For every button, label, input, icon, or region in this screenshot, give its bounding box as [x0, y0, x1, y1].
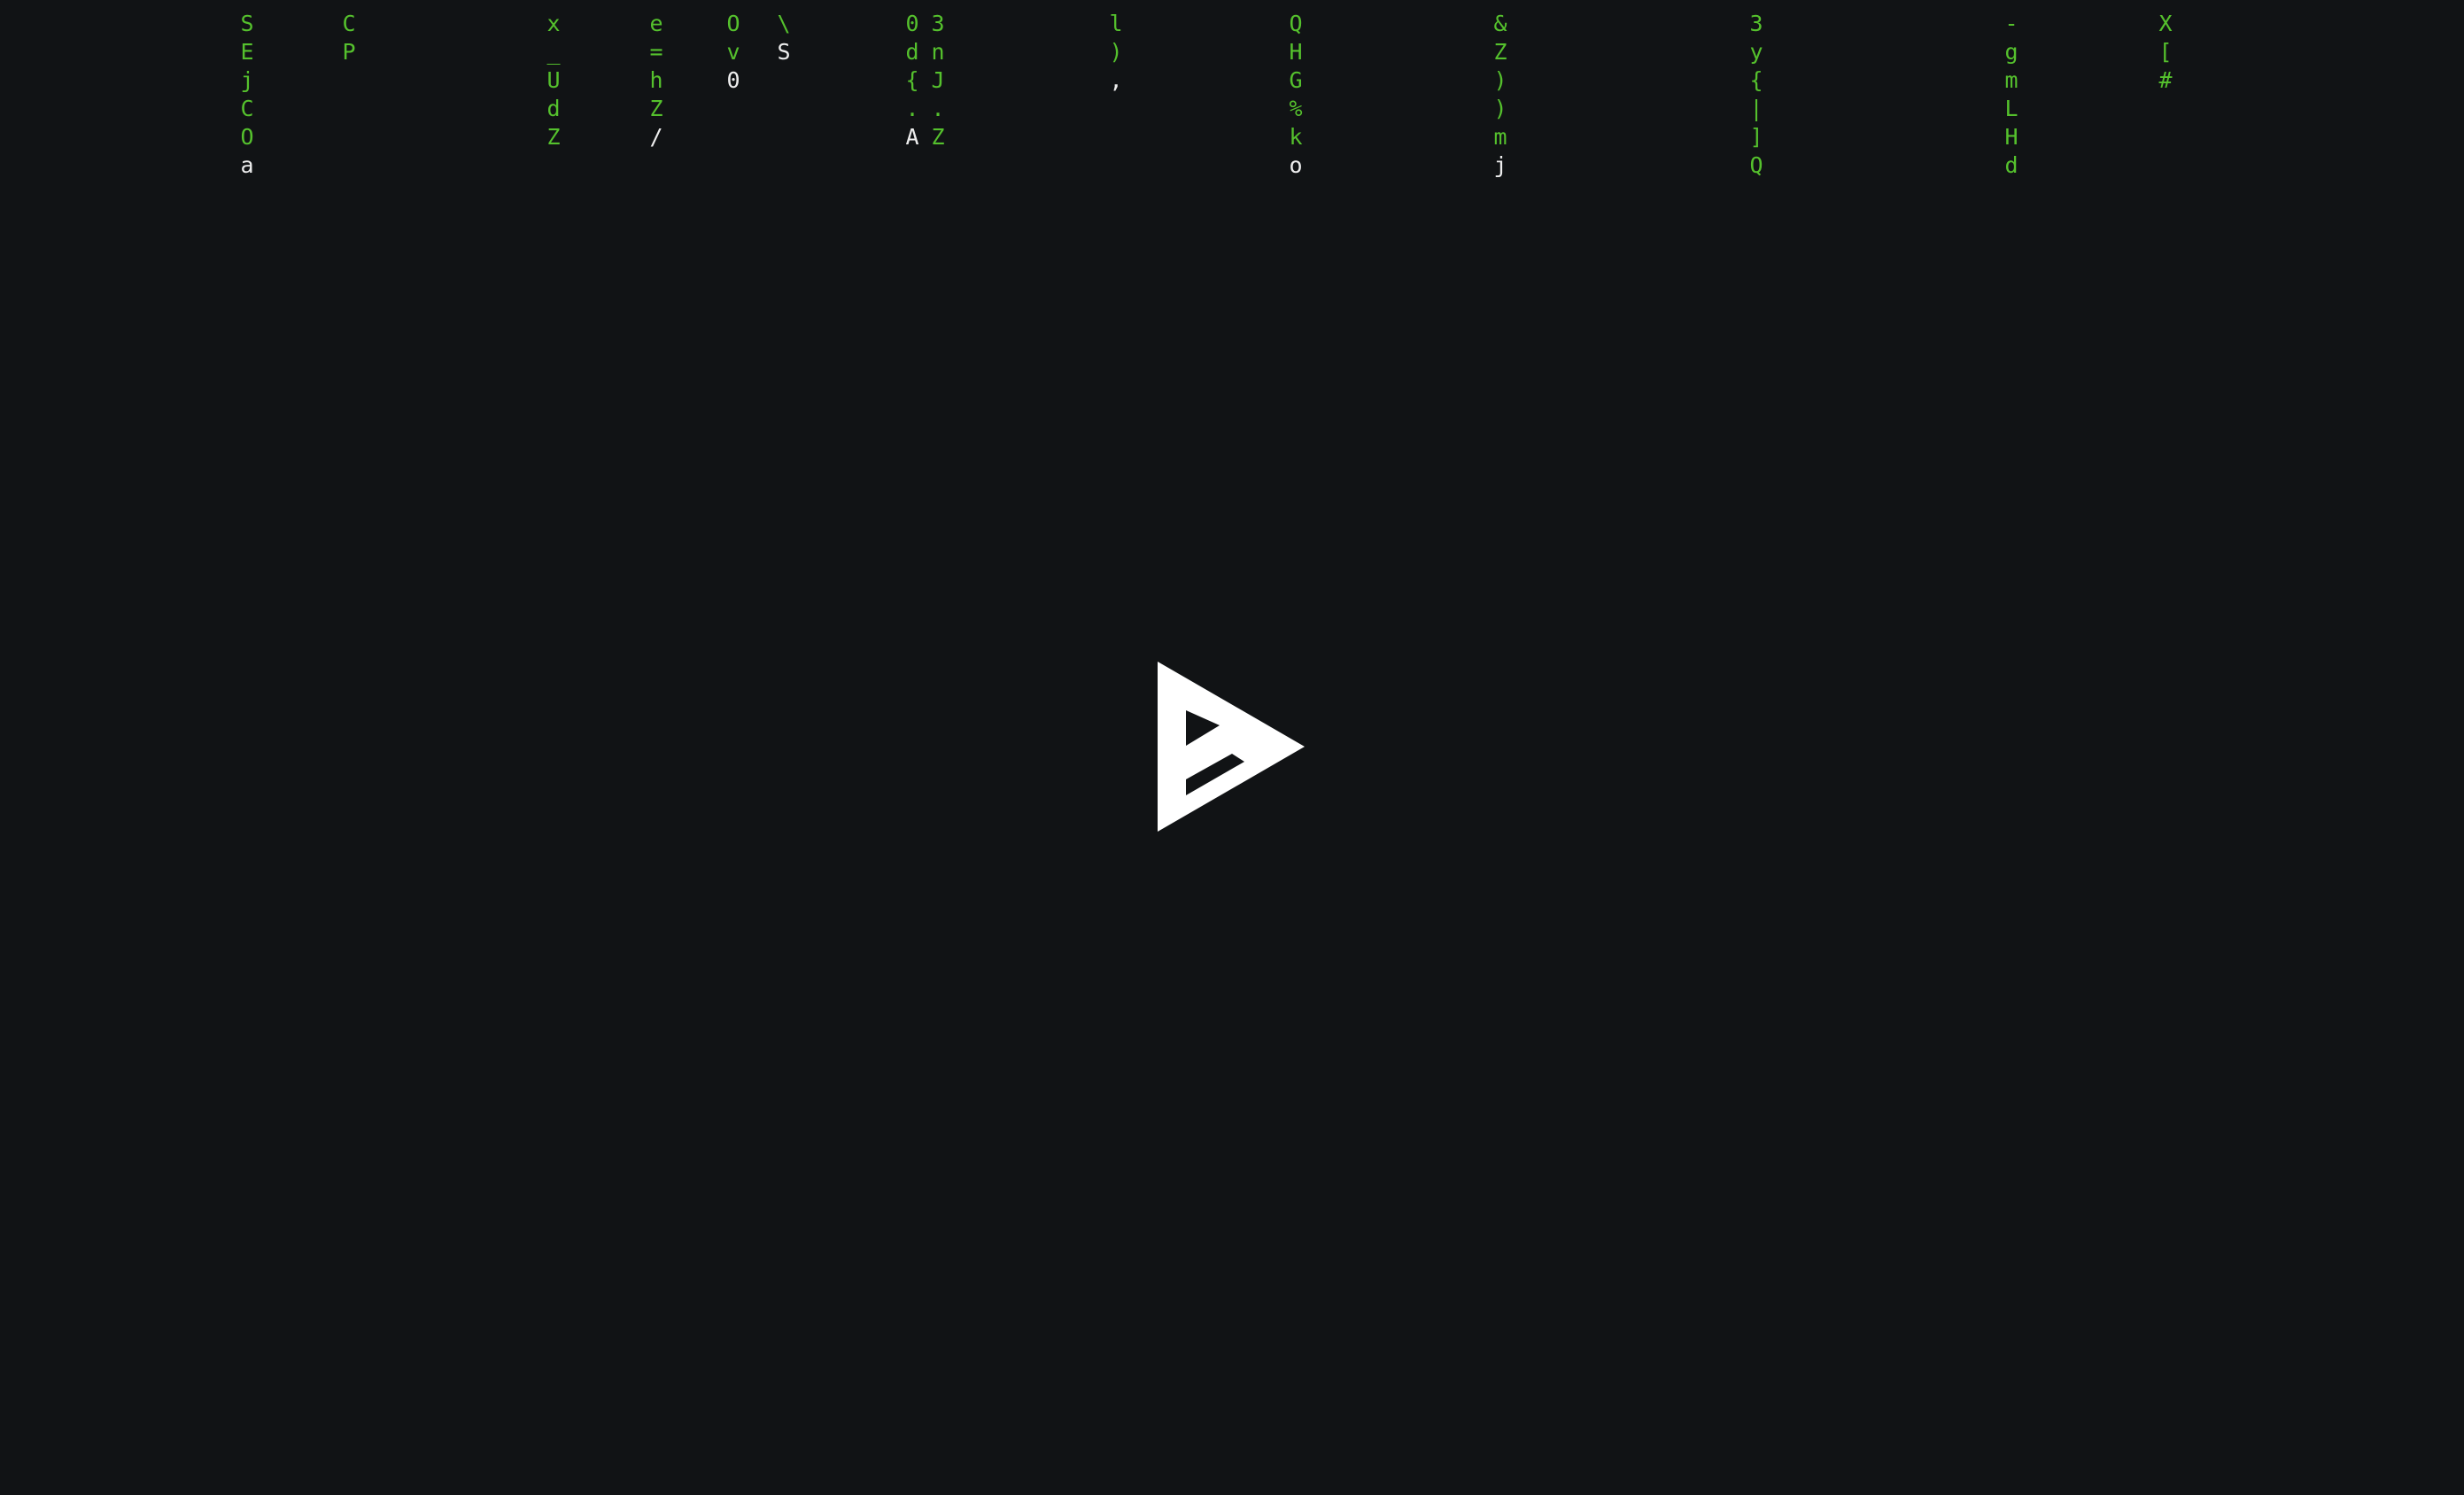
rain-glyph: d: [546, 96, 561, 121]
rain-glyph-head: ,: [1109, 67, 1123, 93]
rain-glyph: J: [931, 67, 945, 93]
rain-column: e = h Z /: [646, 10, 667, 151]
rain-glyph: _: [546, 39, 561, 65]
rain-glyph: e: [649, 11, 663, 36]
rain-glyph: [: [2158, 39, 2173, 65]
rain-glyph: n: [931, 39, 945, 65]
rain-glyph: &: [1493, 11, 1507, 36]
rain-glyph: Z: [649, 96, 663, 121]
rain-glyph: 3: [931, 11, 945, 36]
rain-glyph: Z: [546, 124, 561, 150]
rain-glyph: d: [2004, 152, 2018, 178]
rain-glyph-head: S: [777, 39, 791, 65]
rain-column: CP: [338, 10, 360, 66]
rain-glyph: ): [1493, 96, 1507, 121]
asciinema-play-logo-icon[interactable]: [1156, 660, 1306, 833]
rain-glyph: H: [1289, 39, 1303, 65]
rain-glyph: 3: [1749, 11, 1763, 36]
rain-glyph: .: [931, 96, 945, 121]
rain-glyph: h: [649, 67, 663, 93]
logo-triangle-outline: [1158, 662, 1305, 832]
rain-glyph-head: a: [240, 152, 254, 178]
rain-column: l),: [1105, 10, 1127, 95]
rain-glyph: -: [2004, 11, 2018, 36]
rain-glyph: x: [546, 11, 561, 36]
rain-glyph: ]: [1749, 124, 1763, 150]
rain-glyph: S: [240, 11, 254, 36]
rain-glyph: U: [546, 67, 561, 93]
rain-glyph: g: [2004, 39, 2018, 65]
rain-column: 3 nJ. Z: [927, 10, 949, 151]
rain-glyph: d: [905, 39, 919, 65]
rain-glyph: 0: [905, 11, 919, 36]
rain-glyph: P: [342, 39, 356, 65]
rain-glyph: #: [2158, 67, 2173, 93]
rain-column: 0 d{. A: [902, 10, 923, 151]
rain-glyph: Q: [1289, 11, 1303, 36]
rain-glyph: ): [1109, 39, 1123, 65]
rain-glyph: {: [905, 67, 919, 93]
rain-column: X [#: [2155, 10, 2176, 95]
rain-glyph: ): [1493, 67, 1507, 93]
rain-glyph: {: [1749, 67, 1763, 93]
rain-glyph: =: [649, 39, 663, 65]
rain-column: 3 y{ |] Q: [1746, 10, 1767, 180]
rain-glyph: %: [1289, 96, 1303, 121]
rain-glyph: j: [240, 67, 254, 93]
rain-glyph: v: [726, 39, 740, 65]
rain-column: - gmLHd: [2001, 10, 2022, 180]
rain-glyph: Z: [931, 124, 945, 150]
rain-glyph: C: [342, 11, 356, 36]
rain-glyph: \: [777, 11, 791, 36]
rain-glyph-head: o: [1289, 152, 1303, 178]
rain-glyph-head: A: [905, 124, 919, 150]
rain-column: x _ Ud Z: [543, 10, 564, 151]
rain-glyph: H: [2004, 124, 2018, 150]
rain-glyph-head: j: [1493, 152, 1507, 178]
rain-glyph: m: [2004, 67, 2018, 93]
rain-glyph: y: [1749, 39, 1763, 65]
rain-column: Ov0: [723, 10, 744, 95]
terminal-screen: S Ej C Oa C Px _ Ud Ze = h Z / Ov 0 \ S 0 d{. A 3 n J. Zl), Q H G%…: [0, 0, 2464, 1495]
rain-glyph: Z: [1493, 39, 1507, 65]
rain-glyph: l: [1109, 11, 1123, 36]
rain-glyph: G: [1289, 67, 1303, 93]
rain-column: SEjCOa: [236, 10, 258, 180]
rain-column: & Z)) m j: [1490, 10, 1511, 180]
rain-glyph-head: /: [649, 124, 663, 150]
rain-glyph: X: [2158, 11, 2173, 36]
rain-glyph: L: [2004, 96, 2018, 121]
rain-column: \ S: [773, 10, 794, 66]
rain-glyph-head: 0: [726, 67, 740, 93]
rain-glyph: |: [1749, 96, 1763, 121]
rain-glyph: m: [1493, 124, 1507, 150]
rain-glyph: .: [905, 96, 919, 121]
rain-glyph: C: [240, 96, 254, 121]
rain-column: Q H G% k o: [1285, 10, 1306, 180]
rain-glyph: O: [240, 124, 254, 150]
rain-glyph: E: [240, 39, 254, 65]
rain-glyph: Q: [1749, 152, 1763, 178]
rain-glyph: O: [726, 11, 740, 36]
rain-glyph: k: [1289, 124, 1303, 150]
